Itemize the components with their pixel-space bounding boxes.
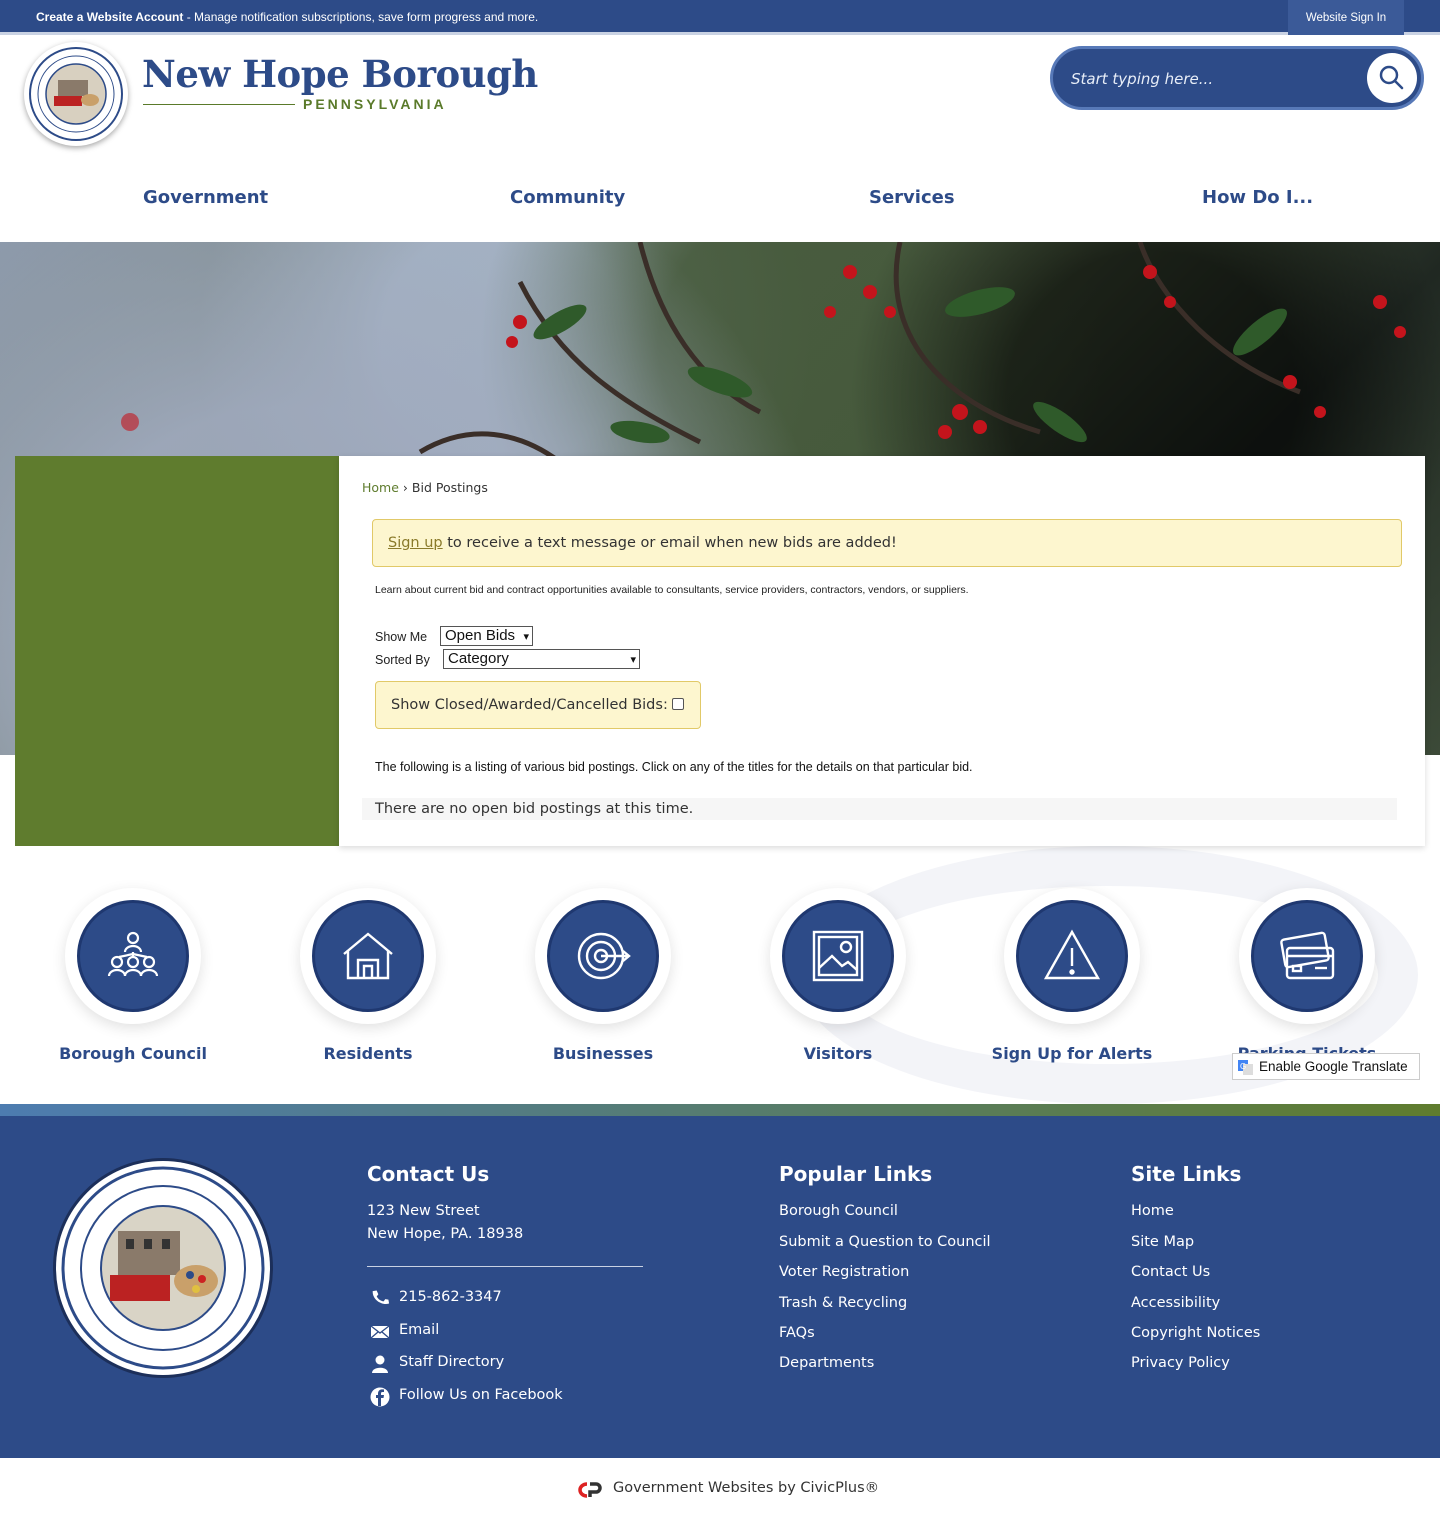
site-links-heading: Site Links	[1131, 1162, 1242, 1186]
phone-link[interactable]: 215-862-3347	[399, 1289, 502, 1305]
popular-link-departments[interactable]: Departments	[779, 1355, 874, 1371]
address-line-2: New Hope, PA. 18938	[367, 1226, 524, 1242]
google-translate-icon: G	[1238, 1060, 1253, 1075]
sign-up-link[interactable]: Sign up	[388, 535, 443, 551]
site-link-accessibility[interactable]: Accessibility	[1131, 1295, 1220, 1311]
search-button[interactable]	[1367, 53, 1417, 103]
target-icon	[547, 900, 659, 1012]
chevron-down-icon: ▾	[523, 631, 529, 643]
main-navigation: Government Community Services How Do I..…	[0, 160, 1440, 242]
site-link-contact-us[interactable]: Contact Us	[1131, 1264, 1210, 1280]
listing-description: The following is a listing of various bi…	[375, 760, 973, 774]
envelope-icon	[370, 1325, 390, 1339]
popular-link-submit-question[interactable]: Submit a Question to Council	[779, 1234, 991, 1250]
nav-community[interactable]: Community	[510, 187, 625, 208]
contact-us-heading: Contact Us	[367, 1162, 490, 1186]
sorted-by-label: Sorted By	[375, 653, 430, 667]
quick-link-label: Residents	[323, 1044, 413, 1063]
popular-links-heading: Popular Links	[779, 1162, 933, 1186]
credit-card-icon	[1251, 900, 1363, 1012]
website-sign-in-button[interactable]: Website Sign In	[1288, 0, 1404, 35]
popular-link-voter-registration[interactable]: Voter Registration	[779, 1264, 909, 1280]
nav-government[interactable]: Government	[143, 187, 268, 208]
closed-bids-label: Show Closed/Awarded/Cancelled Bids:	[391, 697, 668, 713]
contact-divider	[367, 1266, 643, 1267]
site-title[interactable]: New Hope Borough	[142, 52, 538, 96]
footer-accent-stripe	[0, 1104, 1440, 1116]
sorted-by-select[interactable]: Category ▾	[443, 649, 640, 669]
nav-services[interactable]: Services	[869, 187, 955, 208]
popular-link-faqs[interactable]: FAQs	[779, 1325, 815, 1341]
chevron-down-icon: ▾	[630, 654, 636, 666]
staff-directory-link[interactable]: Staff Directory	[399, 1354, 504, 1370]
site-link-copyright[interactable]: Copyright Notices	[1131, 1325, 1260, 1341]
quick-link-label: Businesses	[552, 1044, 654, 1063]
title-divider	[143, 104, 295, 105]
bid-intro-text: Learn about current bid and contract opp…	[375, 584, 969, 596]
popular-link-borough-council[interactable]: Borough Council	[779, 1203, 898, 1219]
show-me-value: Open Bids	[445, 627, 516, 644]
site-search	[1050, 46, 1424, 110]
alert-text: to receive a text message or email when …	[442, 535, 897, 551]
borough-seal-logo[interactable]	[24, 42, 128, 146]
site-link-site-map[interactable]: Site Map	[1131, 1234, 1194, 1250]
show-me-label: Show Me	[375, 630, 428, 644]
no-bids-message: There are no open bid postings at this t…	[375, 801, 694, 817]
nav-how-do-i[interactable]: How Do I...	[1202, 187, 1313, 208]
footer-borough-seal	[56, 1161, 270, 1375]
main-content-card: Home › Bid Postings Sign up to receive a…	[339, 456, 1425, 846]
vendor-credit-bar: Government Websites by CivicPlus®	[0, 1458, 1440, 1522]
picture-icon	[782, 900, 894, 1012]
search-icon	[1379, 65, 1404, 90]
quick-link-label: Borough Council	[59, 1044, 207, 1063]
search-input[interactable]	[1071, 65, 1361, 93]
civicplus-logo-icon[interactable]	[577, 1480, 603, 1500]
closed-bids-filter: Show Closed/Awarded/Cancelled Bids:	[375, 681, 701, 729]
closed-bids-checkbox[interactable]	[672, 698, 684, 710]
create-account-message[interactable]: Create a Website Account - Manage notifi…	[36, 10, 538, 24]
bid-notification-alert: Sign up to receive a text message or ema…	[372, 519, 1402, 567]
breadcrumb: Home › Bid Postings	[362, 480, 488, 495]
content-sidebar	[15, 456, 339, 846]
top-utility-bar: Create a Website Account - Manage notifi…	[0, 0, 1440, 35]
civicplus-credit-link[interactable]: Government Websites by CivicPlus®	[613, 1480, 879, 1496]
popular-link-trash-recycling[interactable]: Trash & Recycling	[779, 1295, 907, 1311]
site-link-home[interactable]: Home	[1131, 1203, 1174, 1219]
create-account-description: - Manage notification subscriptions, sav…	[183, 10, 539, 24]
alert-message: Sign up to receive a text message or ema…	[388, 535, 897, 551]
person-icon	[372, 1355, 388, 1373]
email-link[interactable]: Email	[399, 1322, 439, 1338]
no-bids-row: There are no open bid postings at this t…	[362, 798, 1397, 820]
quick-link-label: Sign Up for Alerts	[991, 1044, 1153, 1063]
people-network-icon	[77, 900, 189, 1012]
site-subtitle: PENNSYLVANIA	[303, 96, 447, 112]
site-footer: Contact Us 123 New Street New Hope, PA. …	[0, 1116, 1440, 1458]
create-account-link[interactable]: Create a Website Account	[36, 10, 183, 24]
quick-link-label: Visitors	[803, 1044, 873, 1063]
breadcrumb-separator: ›	[402, 480, 408, 495]
facebook-icon	[370, 1387, 390, 1407]
house-icon	[312, 900, 424, 1012]
svg-text:G: G	[1240, 1062, 1246, 1071]
breadcrumb-home-link[interactable]: Home	[362, 480, 399, 495]
address-line-1: 123 New Street	[367, 1203, 480, 1219]
show-me-select[interactable]: Open Bids ▾	[440, 626, 533, 646]
warning-icon	[1016, 900, 1128, 1012]
google-translate-label: Enable Google Translate	[1259, 1059, 1408, 1074]
google-translate-button[interactable]: G Enable Google Translate	[1232, 1053, 1420, 1080]
facebook-link[interactable]: Follow Us on Facebook	[399, 1387, 563, 1403]
phone-icon	[372, 1290, 390, 1304]
sorted-by-value: Category	[448, 650, 509, 667]
breadcrumb-current: Bid Postings	[411, 480, 488, 495]
site-link-privacy[interactable]: Privacy Policy	[1131, 1355, 1230, 1371]
